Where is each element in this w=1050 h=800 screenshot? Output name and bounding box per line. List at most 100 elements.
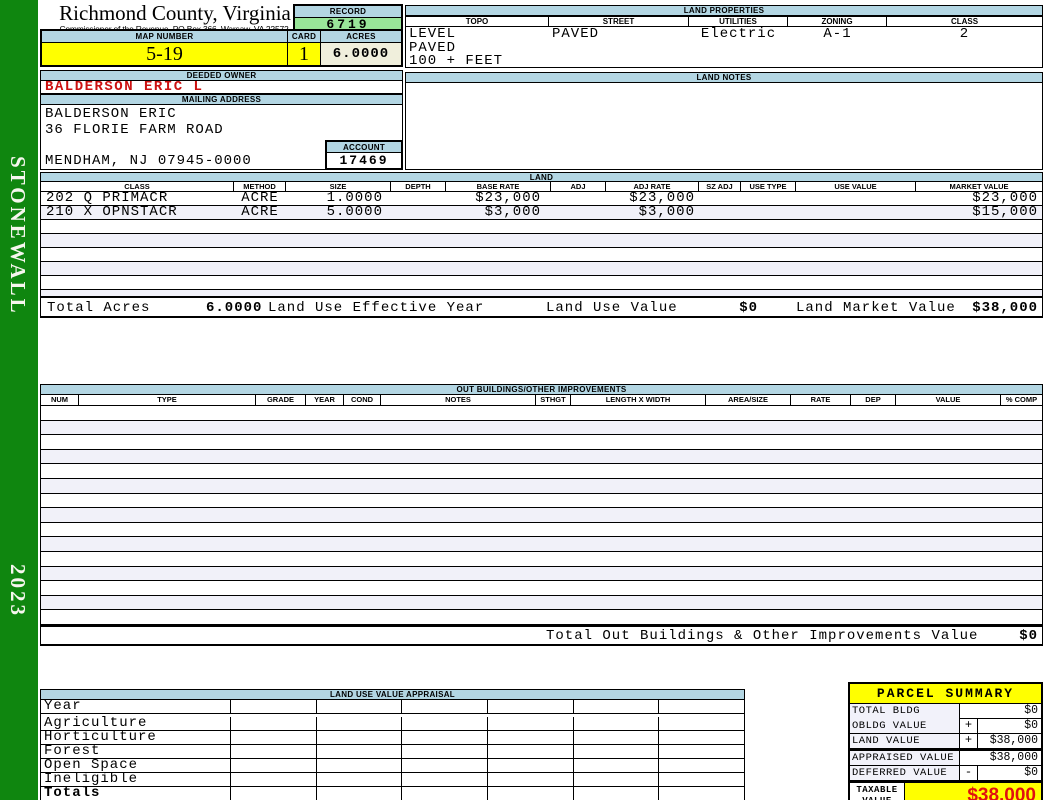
column-header: STREET (549, 17, 689, 26)
column-header: NOTES (381, 395, 536, 405)
taxable-value-label: TAXABLE VALUE (850, 783, 905, 800)
empty-row (41, 566, 1042, 582)
empty-row (41, 464, 1042, 479)
land-notes-title: LAND NOTES (405, 72, 1043, 83)
column-header: TYPE (79, 395, 256, 405)
empty-row (41, 537, 1042, 552)
appraisal-row: Horticulture (41, 730, 745, 745)
card-label: CARD (288, 31, 321, 43)
map-number-label: MAP NUMBER (42, 31, 288, 43)
account-box: ACCOUNT 17469 (325, 140, 403, 170)
land-totals-row: Total Acres 6.0000 Land Use Effective Ye… (40, 296, 1043, 318)
land-empty-rows (41, 220, 1042, 304)
empty-row (41, 494, 1042, 509)
land-use-value-label: Land Use Value (546, 300, 678, 316)
appraisal-row: Totals (41, 786, 745, 800)
land-use-appraisal-table: Year Agriculture Horticulture Forest Ope… (40, 699, 745, 800)
empty-row (41, 276, 1042, 290)
column-header: USE TYPE (741, 182, 796, 191)
acres-value: 6.0000 (321, 43, 401, 65)
acres-label: ACRES (321, 31, 401, 43)
zoning-value: A-1 (823, 26, 852, 42)
column-header: YEAR (306, 395, 344, 405)
sidebar: STONEWALL 2023 (0, 0, 38, 800)
appraisal-row: Forest (41, 744, 745, 759)
appraisal-row: Open Space (41, 758, 745, 773)
empty-row (41, 478, 1042, 494)
class-value: 2 (959, 26, 970, 42)
empty-row (41, 435, 1042, 450)
out-buildings-total-value: $0 (1019, 628, 1038, 644)
land-properties-title: LAND PROPERTIES (405, 5, 1043, 16)
column-header: NUM (41, 395, 79, 405)
parcel-summary-title: PARCEL SUMMARY (850, 684, 1041, 704)
land-table-body: 202 Q PRIMACR ACRE 1.0000 $23,000 $23,00… (40, 191, 1043, 304)
out-buildings-body (40, 406, 1043, 625)
summary-row: TOTAL BLDG VALUE $0 (850, 704, 1041, 732)
total-acres-label: Total Acres (47, 300, 151, 316)
property-record-card: STONEWALL 2023 Richmond County, Virginia… (0, 0, 1050, 800)
land-use-value: $0 (739, 300, 758, 316)
empty-row (41, 248, 1042, 262)
street-value: PAVED (552, 26, 600, 42)
column-header: COND (344, 395, 381, 405)
column-header: DEPTH (391, 182, 446, 191)
land-market-value: $38,000 (972, 300, 1038, 316)
land-use-appraisal-title: LAND USE VALUE APPRAISAL (40, 689, 745, 700)
land-table-title: LAND (40, 172, 1043, 182)
column-header: UTILITIES (689, 17, 788, 26)
empty-row (41, 523, 1042, 538)
card-value: 1 (288, 43, 321, 65)
column-header: SZ ADJ TBL (699, 182, 741, 191)
empty-row (41, 220, 1042, 234)
empty-row (41, 552, 1042, 567)
summary-row: DEFERRED VALUE - $0 (850, 766, 1041, 781)
address-line: BALDERSON ERIC (45, 106, 177, 122)
map-card-acres: MAP NUMBER CARD ACRES 5-19 1 6.0000 (40, 29, 403, 67)
taxable-value-row: TAXABLE VALUE $38,000 (850, 781, 1041, 800)
parcel-summary: PARCEL SUMMARY TOTAL BLDG VALUE $0 OBLDG… (848, 682, 1043, 800)
empty-row (41, 595, 1042, 611)
empty-row (41, 449, 1042, 465)
empty-row (41, 262, 1042, 276)
appraisal-row: Ineligible (41, 772, 745, 787)
column-header: VALUE (896, 395, 1001, 405)
summary-row: OBLDG VALUE + $0 (850, 719, 1041, 734)
district-label: STONEWALL (6, 156, 30, 316)
out-buildings-title: OUT BUILDINGS/OTHER IMPROVEMENTS (40, 384, 1043, 395)
out-buildings-total-label: Total Out Buildings & Other Improvements… (546, 628, 979, 644)
column-header: % COMP (1005, 395, 1038, 404)
column-header: AREA/SIZE (706, 395, 791, 405)
out-buildings-total-row: Total Out Buildings & Other Improvements… (40, 625, 1043, 646)
account-label: ACCOUNT (327, 142, 401, 153)
column-header: USE VALUE (796, 182, 916, 191)
column-header: LENGTH X WIDTH (571, 395, 706, 405)
topo-value: LEVEL PAVED 100 + FEET (409, 26, 504, 69)
total-acres-value: 6.0000 (206, 300, 263, 316)
column-header: STHGT (536, 395, 571, 405)
column-header: ZONING (788, 17, 887, 26)
column-header: GRADE (256, 395, 306, 405)
empty-row (41, 420, 1042, 436)
land-table-columns: CLASS METHOD SIZE DEPTH BASE RATE ADJ AD… (40, 182, 1043, 192)
empty-row (41, 406, 1042, 421)
land-row: 202 Q PRIMACR ACRE 1.0000 $23,000 $23,00… (41, 191, 1042, 206)
county-title: Richmond County, Virginia (59, 1, 291, 25)
out-buildings-columns: NUM TYPE GRADE YEAR COND NOTES STHGT LEN… (40, 395, 1043, 406)
effective-year-label: Land Use Effective Year (268, 300, 485, 316)
account-number: 17469 (327, 153, 401, 168)
mailing-address-label: MAILING ADDRESS (40, 94, 403, 105)
column-header: TOPO (406, 17, 549, 26)
column-header: RATE (791, 395, 851, 405)
address-line: 36 FLORIE FARM ROAD (45, 121, 224, 138)
land-row: 210 X OPNSTACR ACRE 5.0000 $3,000 $3,000… (41, 205, 1042, 220)
land-market-value-label: Land Market Value (796, 300, 956, 316)
column-header: ADJ (551, 182, 606, 191)
summary-row: LAND VALUE + $38,000 (850, 734, 1041, 749)
column-header: CLASS (950, 17, 979, 26)
column-header: DEP (851, 395, 896, 405)
map-number-value: 5-19 (42, 43, 288, 65)
summary-row: APPRAISED VALUE $38,000 (850, 749, 1041, 766)
empty-row (41, 610, 1042, 625)
land-properties-values: LEVEL PAVED 100 + FEET PAVED Electric A-… (405, 27, 1043, 68)
